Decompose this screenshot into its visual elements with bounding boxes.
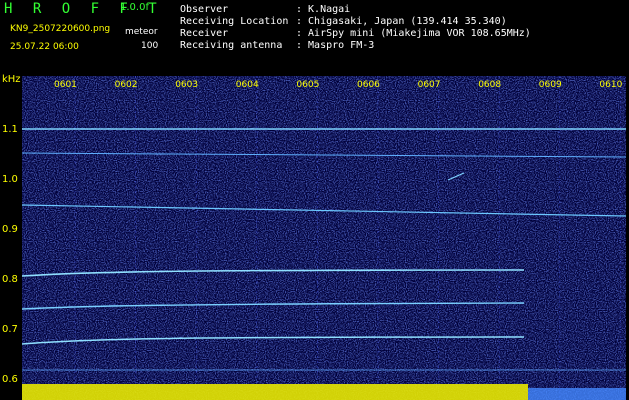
y-tick-label: 0.9 [2,224,18,235]
observation-datetime: 25.07.22 06:00 [10,42,79,52]
file-name: KN9_2507220600.png [10,24,111,34]
hrofft-spectrogram-window: H R O F F T 1.0.0f KN9_2507220600.png 25… [0,0,629,400]
y-tick-label: 0.6 [2,374,18,385]
x-tick-label: 0602 [114,80,138,90]
x-tick-label: 0603 [175,80,199,90]
app-version: 1.0.0f [120,2,149,13]
location-label: Receiving Location [180,16,289,27]
y-tick-label: 0.8 [2,274,18,285]
x-tick-label: 0610 [599,80,623,90]
antenna-value: : Maspro FM-3 [296,40,375,51]
meteor-label: meteor [125,27,158,37]
observer-value: : K.Nagai [296,4,351,15]
x-tick-label: 0604 [235,80,259,90]
y-tick-label: 1.0 [2,174,18,185]
y-axis-unit: kHz [2,74,21,85]
x-tick-label: 0607 [417,80,441,90]
bottom-activity-band [22,384,528,400]
x-tick-label: 0609 [538,80,562,90]
receiver-label: Receiver [180,28,229,39]
antenna-label: Receiving antenna [180,40,283,51]
y-tick-label: 1.1 [2,124,18,135]
spectrogram-noise [22,76,626,400]
x-tick-label: 0608 [478,80,502,90]
bottom-activity-band-right [528,388,626,400]
spectrogram-plot [22,76,626,400]
receiver-value: : AirSpy mini (Miakejima VOR 108.65MHz) [296,28,531,39]
x-tick-label: 0606 [357,80,380,90]
x-tick-label: 0605 [296,80,320,90]
location-value: : Chigasaki, Japan (139.414 35.340) [296,16,507,27]
meteor-count: 100 [141,41,159,51]
y-tick-label: 0.7 [2,324,18,335]
x-tick-label: 0601 [54,80,77,90]
observer-label: Observer [180,4,229,15]
